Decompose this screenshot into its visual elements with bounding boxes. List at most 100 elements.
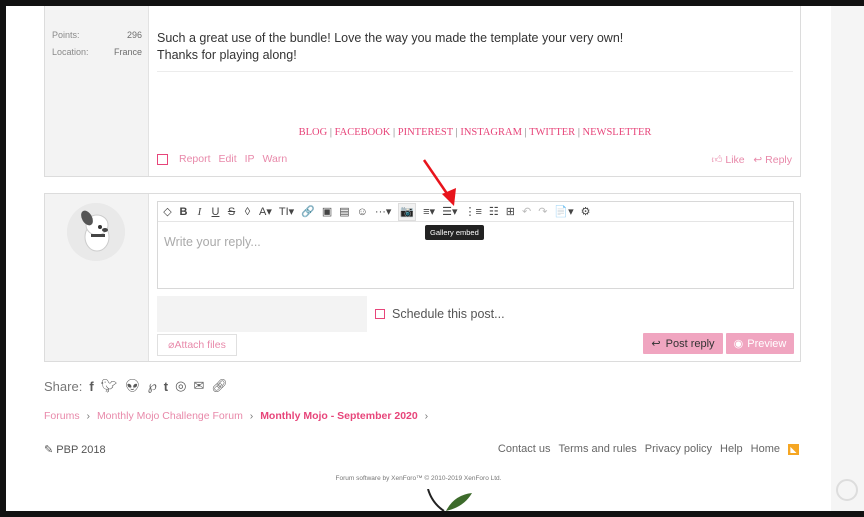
smilies-button[interactable]: ☺: [357, 202, 368, 222]
edit-link[interactable]: Edit: [219, 153, 237, 165]
footer-contact-link[interactable]: Contact us: [498, 443, 551, 455]
footer-home-link[interactable]: Home: [751, 443, 780, 455]
warn-link[interactable]: Warn: [263, 153, 288, 165]
insert-link-button[interactable]: 🔗: [301, 202, 315, 222]
font-family-button[interactable]: A▾: [259, 202, 272, 222]
breadcrumb-separator-icon: ›: [424, 410, 429, 422]
report-link[interactable]: Report: [179, 153, 211, 165]
insert-table-button[interactable]: ⊞: [506, 202, 515, 222]
gallery-embed-tooltip: Gallery embed: [425, 225, 484, 240]
share-bar: Share: f 🐦︎ 👽︎ ℘ t ◎ ✉ 🔗︎: [44, 378, 228, 394]
sig-link-twitter[interactable]: TWITTER: [529, 127, 575, 138]
post-reply-button[interactable]: ↩︎ Post reply: [643, 333, 723, 354]
sig-separator: |: [329, 127, 332, 138]
preview-button[interactable]: ◉ Preview: [726, 333, 794, 354]
schedule-checkbox[interactable]: [375, 309, 385, 319]
italic-button[interactable]: I: [195, 202, 204, 222]
breadcrumb: Forums › Monthly Mojo Challenge Forum › …: [44, 410, 432, 422]
sig-separator: |: [577, 127, 580, 138]
like-icon[interactable]: 👍︎: [711, 154, 722, 166]
redo-button[interactable]: ↷: [538, 202, 547, 222]
breadcrumb-current[interactable]: Monthly Mojo - September 2020: [260, 410, 418, 422]
reply-icon[interactable]: ↩︎: [753, 154, 762, 166]
attach-files-label: Attach files: [174, 339, 226, 351]
user-stat-location: Location: France: [52, 47, 142, 57]
settings-button[interactable]: ⚙: [581, 202, 591, 222]
sig-link-newsletter[interactable]: NEWSLETTER: [583, 127, 652, 138]
user-stat-partial: [52, 8, 142, 13]
sig-separator: |: [393, 127, 396, 138]
stat-label: Points:: [52, 30, 80, 40]
quick-reply: ◇ B I U S ◊ A▾ TI▾ 🔗 ▣ ▤ ☺ ···▾ 📷 ≡▾ ☰▾: [44, 193, 801, 362]
reply-textarea-placeholder[interactable]: Write your reply...: [164, 235, 261, 249]
stat-value: 296: [126, 30, 142, 40]
dog-avatar-icon: [67, 203, 125, 261]
breadcrumb-separator-icon: ›: [86, 410, 91, 422]
footer-privacy-link[interactable]: Privacy policy: [645, 443, 712, 455]
like-link[interactable]: Like: [725, 154, 744, 166]
stat-value: France: [113, 47, 142, 57]
sig-link-pinterest[interactable]: PINTEREST: [398, 127, 453, 138]
link-icon[interactable]: 🔗︎: [211, 378, 228, 394]
sig-separator: |: [524, 127, 527, 138]
breadcrumb-forums[interactable]: Forums: [44, 410, 80, 422]
rss-icon[interactable]: ◣: [788, 443, 799, 455]
sig-link-facebook[interactable]: FACEBOOK: [335, 127, 391, 138]
paintbrush-icon: ✎: [44, 444, 54, 456]
screenshot-frame: Points: 296 Location: France Such a grea…: [0, 0, 864, 517]
email-icon[interactable]: ✉: [193, 378, 204, 394]
insert-image-button[interactable]: ▣: [322, 202, 332, 222]
message-line: Thanks for playing along!: [157, 48, 297, 62]
insert-media-button[interactable]: ▤: [339, 202, 349, 222]
reddit-icon[interactable]: 👽︎: [124, 378, 141, 394]
reply-arrow-icon: ↩︎: [651, 338, 661, 350]
watermark-icon: [836, 479, 858, 501]
facebook-icon[interactable]: f: [89, 379, 93, 394]
breadcrumb-separator-icon: ›: [249, 410, 254, 422]
avatar[interactable]: [67, 203, 125, 261]
sig-separator: |: [455, 127, 458, 138]
text-color-button[interactable]: ◊: [243, 202, 252, 222]
signature-divider: [157, 71, 793, 72]
undo-button[interactable]: ↶: [522, 202, 531, 222]
whatsapp-icon[interactable]: ◎: [175, 378, 186, 394]
style-label: PBP 2018: [56, 444, 106, 456]
drafts-button[interactable]: 📄▾: [554, 202, 573, 222]
right-gutter: [831, 6, 864, 511]
editor-toolbar: ◇ B I U S ◊ A▾ TI▾ 🔗 ▣ ▤ ☺ ···▾ 📷 ≡▾ ☰▾: [158, 202, 793, 222]
share-label: Share:: [44, 378, 83, 394]
select-post-checkbox[interactable]: [157, 153, 168, 165]
attach-files-button[interactable]: ⌀ Attach files: [157, 334, 237, 356]
reply-editor[interactable]: ◇ B I U S ◊ A▾ TI▾ 🔗 ▣ ▤ ☺ ···▾ 📷 ≡▾ ☰▾: [157, 201, 794, 289]
annotation-arrow-icon: [422, 159, 456, 206]
style-chooser[interactable]: ✎ PBP 2018: [44, 443, 106, 456]
stat-label: Location:: [52, 47, 89, 57]
tumblr-icon[interactable]: t: [164, 379, 168, 394]
gallery-embed-button[interactable]: 📷: [398, 202, 417, 221]
underline-button[interactable]: U: [211, 202, 220, 222]
schedule-label: Schedule this post...: [392, 307, 505, 321]
eye-icon: ◉: [733, 338, 744, 350]
footer-help-link[interactable]: Help: [720, 443, 743, 455]
pinterest-icon[interactable]: ℘: [148, 378, 157, 394]
sig-link-instagram[interactable]: INSTAGRAM: [460, 127, 522, 138]
upload-area: [157, 296, 367, 332]
bold-button[interactable]: B: [179, 202, 188, 222]
footer-terms-link[interactable]: Terms and rules: [559, 443, 637, 455]
ip-link[interactable]: IP: [245, 153, 255, 165]
schedule-post-option[interactable]: Schedule this post...: [375, 307, 505, 321]
reply-link[interactable]: Reply: [765, 154, 792, 166]
post-reactions: 👍︎ Like ↩︎ Reply: [711, 153, 792, 166]
twitter-icon[interactable]: 🐦︎: [101, 378, 118, 394]
breadcrumb-monthly-mojo-forum[interactable]: Monthly Mojo Challenge Forum: [97, 410, 243, 422]
unordered-list-button[interactable]: ☷: [489, 202, 499, 222]
font-size-button[interactable]: TI▾: [279, 202, 294, 222]
more-options-button[interactable]: ···▾: [375, 202, 392, 222]
post-user-info: Points: 296 Location: France: [45, 6, 149, 176]
leaf-logo-icon: [427, 489, 472, 511]
strikethrough-button[interactable]: S: [227, 202, 236, 222]
post-message: Such a great use of the bundle! Love the…: [157, 30, 623, 64]
sig-link-blog[interactable]: BLOG: [299, 127, 328, 138]
ordered-list-button[interactable]: ⋮≡: [464, 202, 481, 222]
clear-format-button[interactable]: ◇: [163, 202, 172, 222]
